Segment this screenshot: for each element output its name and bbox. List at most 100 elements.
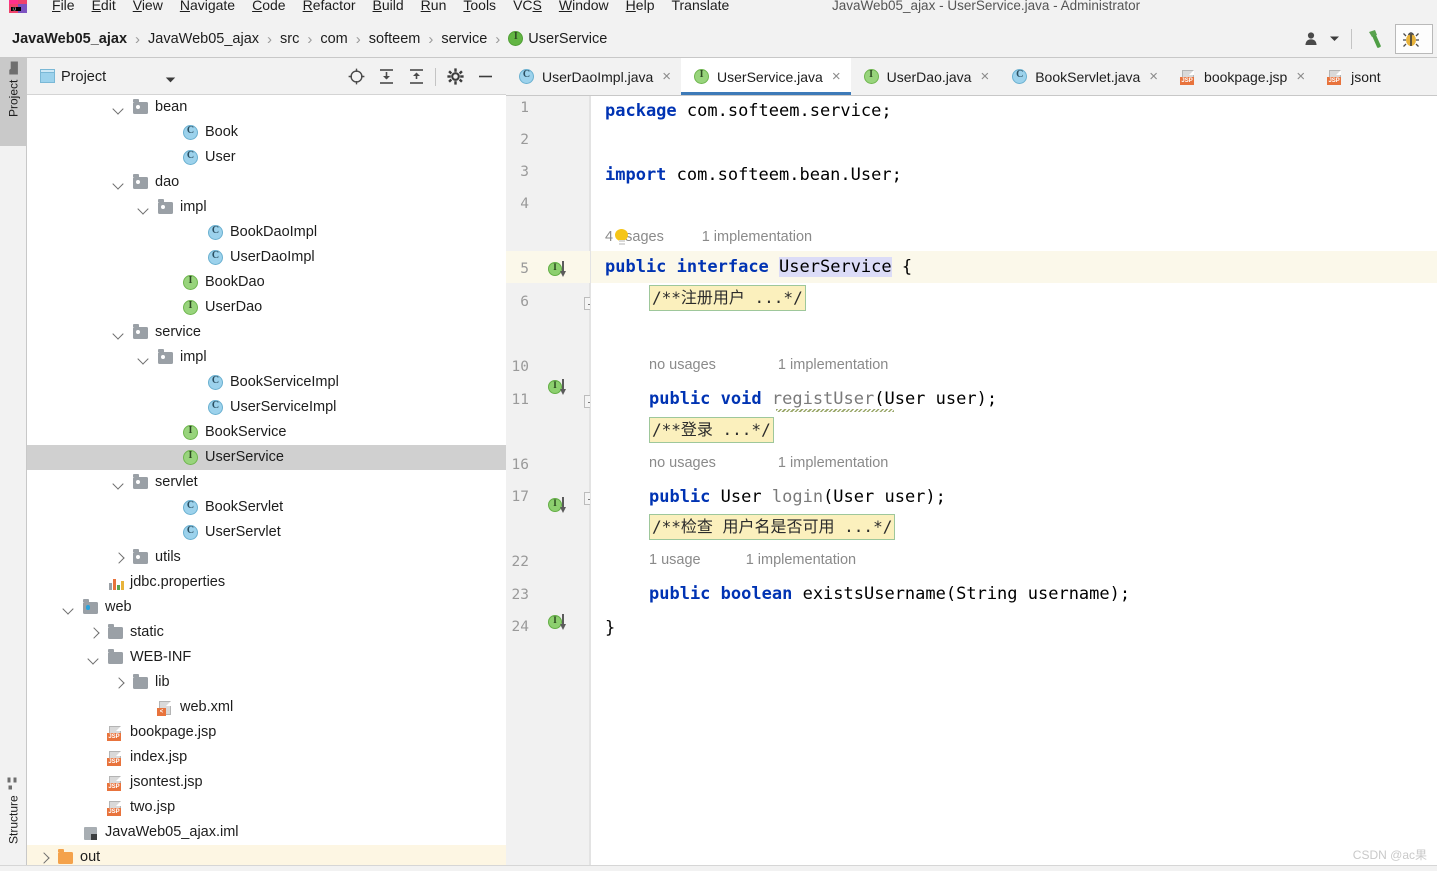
menu-item-translate[interactable]: Translate xyxy=(671,0,729,13)
chevron-down-icon[interactable] xyxy=(62,601,76,615)
interface-name-userservice[interactable]: UserService xyxy=(779,257,892,277)
method-existsusername[interactable]: existsUsername xyxy=(803,584,946,604)
tree-item-userservice[interactable]: UserService xyxy=(27,445,506,470)
intention-bulb-icon[interactable] xyxy=(615,229,628,245)
chevron-down-icon[interactable] xyxy=(137,351,151,365)
tree-item-index-jsp[interactable]: JSP index.jsp xyxy=(27,745,506,770)
collapse-all-icon[interactable] xyxy=(401,62,431,92)
tree-item-jsontest-jsp[interactable]: JSP jsontest.jsp xyxy=(27,770,506,795)
close-icon[interactable]: × xyxy=(980,69,989,84)
code-editor[interactable]: 12345610111617222324 package com.softeem… xyxy=(506,96,1437,871)
tool-button-project[interactable]: Project xyxy=(0,58,27,146)
menu-item-help[interactable]: Help xyxy=(626,0,655,13)
editor-tab-jsont[interactable]: JSP jsont xyxy=(1315,58,1391,95)
tree-item-bookserviceimpl[interactable]: BookServiceImpl xyxy=(27,370,506,395)
code-content[interactable]: package com.softeem.service; import com.… xyxy=(591,96,1437,871)
menu-item-tools[interactable]: Tools xyxy=(463,0,496,13)
chevron-down-icon[interactable] xyxy=(87,651,101,665)
tree-item-bookservice[interactable]: BookService xyxy=(27,420,506,445)
tree-item-dao[interactable]: dao xyxy=(27,170,506,195)
breadcrumb-item-src[interactable]: src xyxy=(280,31,299,47)
menu-item-navigate[interactable]: Navigate xyxy=(180,0,235,13)
menu-item-vcs[interactable]: VCS xyxy=(513,0,542,13)
tree-item-jdbc-properties[interactable]: jdbc.properties xyxy=(27,570,506,595)
editor-tab-bookservlet-java[interactable]: BookServlet.java × xyxy=(999,58,1169,95)
tree-item-web[interactable]: web xyxy=(27,595,506,620)
editor-tab-bookpage-jsp[interactable]: JSP bookpage.jsp × xyxy=(1168,58,1316,95)
editor-gutter[interactable]: 12345610111617222324 xyxy=(506,96,597,871)
implementations-hint-line16[interactable]: 1 implementation xyxy=(778,455,888,471)
chevron-down-icon[interactable] xyxy=(165,72,176,87)
usages-hint-line22[interactable]: 1 usage xyxy=(649,552,701,568)
select-opened-file-icon[interactable] xyxy=(341,62,371,92)
chevron-down-icon[interactable] xyxy=(112,176,126,190)
close-icon[interactable]: × xyxy=(662,69,671,84)
debug-bug-icon[interactable] xyxy=(1395,23,1433,54)
usages-hint-line16[interactable]: no usages xyxy=(649,455,716,471)
tree-item-user[interactable]: User xyxy=(27,145,506,170)
close-icon[interactable]: × xyxy=(832,69,841,84)
chevron-right-icon[interactable] xyxy=(112,676,126,690)
implemented-by-gutter-icon[interactable] xyxy=(548,259,570,279)
folded-javadoc-login[interactable]: /**登录 ...*/ xyxy=(649,417,774,443)
implementations-hint-line5[interactable]: 1 implementation xyxy=(702,229,812,245)
implemented-by-gutter-icon[interactable] xyxy=(548,495,570,515)
chevron-right-icon[interactable] xyxy=(37,851,51,865)
breadcrumb-item-service[interactable]: service xyxy=(441,31,487,47)
breadcrumb-item-javaweb05-ajax[interactable]: JavaWeb05_ajax xyxy=(12,31,127,47)
tree-item-web-xml[interactable]: < web.xml xyxy=(27,695,506,720)
method-login[interactable]: login xyxy=(772,487,823,507)
build-hammer-icon[interactable] xyxy=(1361,24,1395,54)
tree-item-static[interactable]: static xyxy=(27,620,506,645)
tree-item-userdaoimpl[interactable]: UserDaoImpl xyxy=(27,245,506,270)
usages-hint-line10[interactable]: no usages xyxy=(649,357,716,373)
menu-item-window[interactable]: Window xyxy=(559,0,609,13)
chevron-down-icon[interactable] xyxy=(1326,24,1342,54)
chevron-right-icon[interactable] xyxy=(112,551,126,565)
tree-item-bookdao[interactable]: BookDao xyxy=(27,270,506,295)
implemented-by-gutter-icon[interactable] xyxy=(548,377,570,397)
chevron-down-icon[interactable] xyxy=(112,101,126,115)
implemented-by-gutter-icon[interactable] xyxy=(548,612,570,632)
implementations-hint-line22[interactable]: 1 implementation xyxy=(746,552,856,568)
folded-javadoc-registuser[interactable]: /**注册用户 ...*/ xyxy=(649,285,806,311)
tree-item-bookservlet[interactable]: BookServlet xyxy=(27,495,506,520)
tool-button-structure[interactable]: Structure xyxy=(0,773,27,865)
project-tree[interactable]: beanBookUserdaoimplBookDaoImplUserDaoImp… xyxy=(27,95,506,871)
tree-item-utils[interactable]: utils xyxy=(27,545,506,570)
tree-item-lib[interactable]: lib xyxy=(27,670,506,695)
tree-item-bean[interactable]: bean xyxy=(27,95,506,120)
breadcrumb-item-com[interactable]: com xyxy=(320,31,347,47)
breadcrumb-item-javaweb05-ajax[interactable]: JavaWeb05_ajax xyxy=(148,31,259,47)
tree-item-two-jsp[interactable]: JSP two.jsp xyxy=(27,795,506,820)
tree-item-userdao[interactable]: UserDao xyxy=(27,295,506,320)
menu-item-code[interactable]: Code xyxy=(252,0,285,13)
editor-tab-userdao-java[interactable]: UserDao.java × xyxy=(850,58,1000,95)
tree-item-web-inf[interactable]: WEB-INF xyxy=(27,645,506,670)
tree-item-impl[interactable]: impl xyxy=(27,195,506,220)
menu-item-run[interactable]: Run xyxy=(421,0,447,13)
breadcrumb-item-softeem[interactable]: softeem xyxy=(369,31,421,47)
user-account-icon[interactable] xyxy=(1300,24,1326,54)
folded-javadoc-existsusername[interactable]: /**检查 用户名是否可用 ...*/ xyxy=(649,514,896,540)
editor-tab-userservice-java[interactable]: UserService.java × xyxy=(681,58,851,95)
tree-item-bookdaoimpl[interactable]: BookDaoImpl xyxy=(27,220,506,245)
menu-item-refactor[interactable]: Refactor xyxy=(303,0,356,13)
expand-all-icon[interactable] xyxy=(371,62,401,92)
inlay-hint-line22[interactable]: 1 usage 1 implementation xyxy=(649,546,856,574)
tree-item-bookpage-jsp[interactable]: JSP bookpage.jsp xyxy=(27,720,506,745)
chevron-down-icon[interactable] xyxy=(112,326,126,340)
chevron-down-icon[interactable] xyxy=(112,476,126,490)
breadcrumb-item-userservice[interactable]: UserService xyxy=(508,31,607,47)
hide-panel-icon[interactable] xyxy=(470,62,500,92)
settings-gear-icon[interactable] xyxy=(440,62,470,92)
tree-item-userservlet[interactable]: UserServlet xyxy=(27,520,506,545)
menu-item-build[interactable]: Build xyxy=(373,0,404,13)
method-registuser[interactable]: registUser xyxy=(772,389,874,409)
tree-item-impl[interactable]: impl xyxy=(27,345,506,370)
chevron-down-icon[interactable] xyxy=(137,201,151,215)
menu-item-view[interactable]: View xyxy=(133,0,163,13)
editor-tab-userdaoimpl-java[interactable]: UserDaoImpl.java × xyxy=(506,58,682,95)
implementations-hint-line10[interactable]: 1 implementation xyxy=(778,357,888,373)
close-icon[interactable]: × xyxy=(1149,69,1158,84)
